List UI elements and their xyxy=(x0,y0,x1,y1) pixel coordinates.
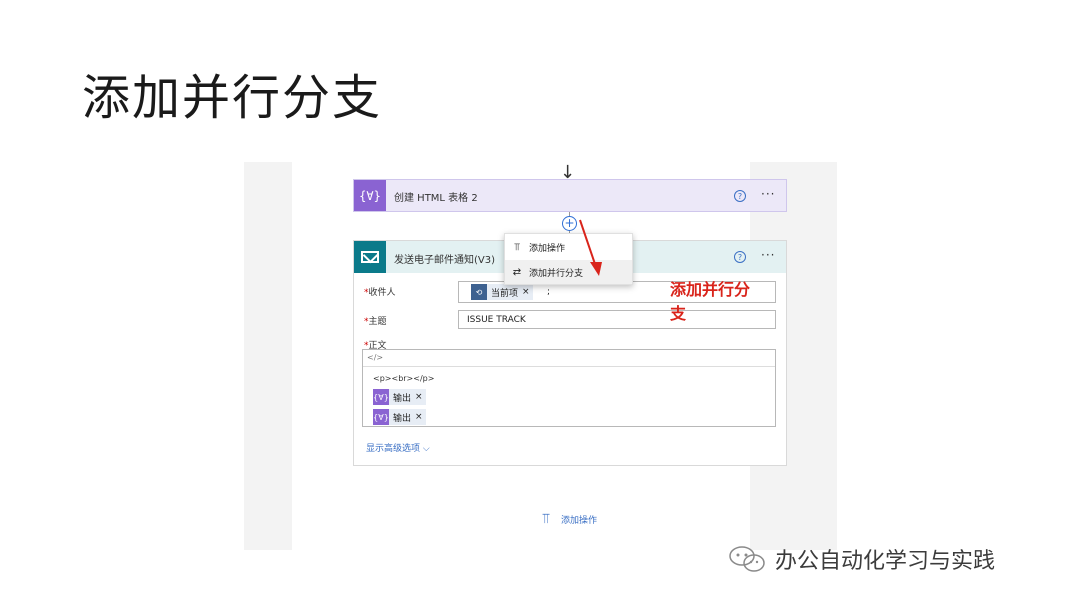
watermark: 办公自动化学习与实践 xyxy=(727,543,995,575)
annotation-label: 添加并行分支 xyxy=(670,280,751,323)
more-options-icon[interactable]: ··· xyxy=(761,187,775,201)
watermark-text: 办公自动化学习与实践 xyxy=(775,549,996,574)
add-action-button[interactable]: ⫪ 添加操作 xyxy=(542,512,597,526)
wechat-icon xyxy=(729,546,765,572)
flow-canvas: ↓ {∀} 创建 HTML 表格 2 ? ··· + 发送电子邮件通知(V3) … xyxy=(292,162,787,550)
annotation-arrow xyxy=(579,219,602,276)
add-action-icon: ⫪ xyxy=(542,511,550,527)
flow-screenshot: ↓ {∀} 创建 HTML 表格 2 ? ··· + 发送电子邮件通知(V3) … xyxy=(244,162,837,550)
more-options-icon[interactable]: ··· xyxy=(761,248,775,262)
slide-title: 添加并行分支 xyxy=(82,70,383,126)
